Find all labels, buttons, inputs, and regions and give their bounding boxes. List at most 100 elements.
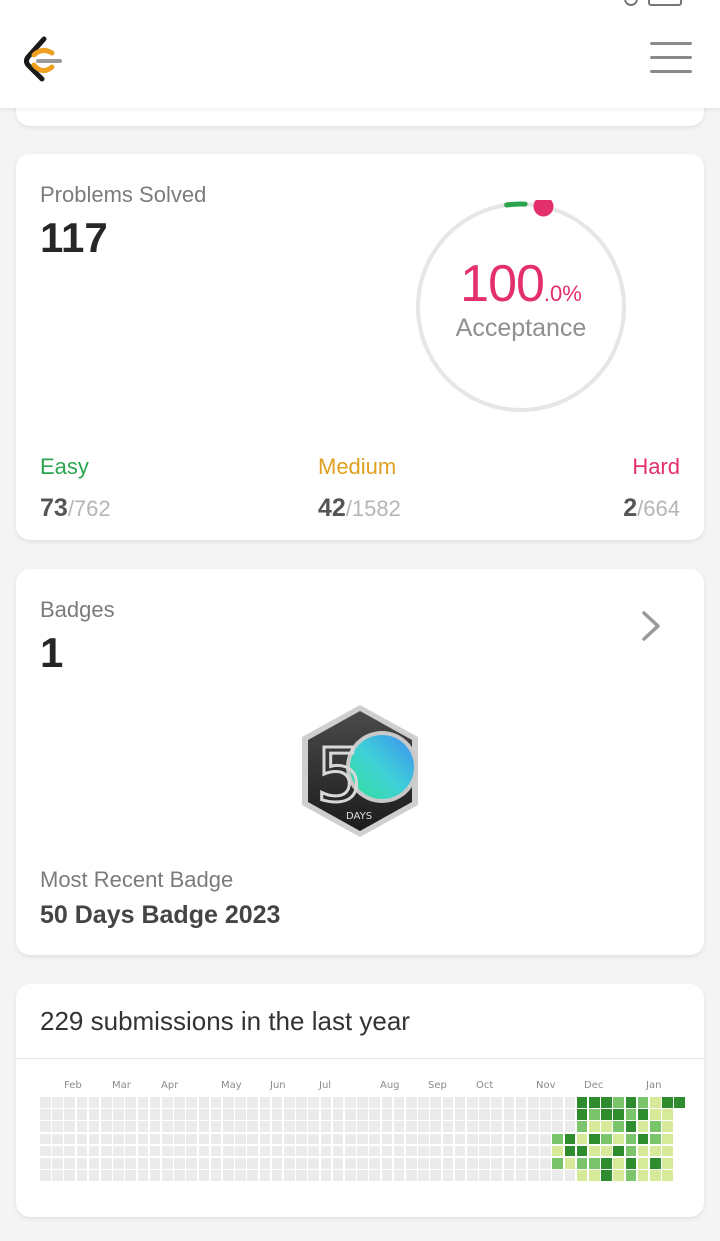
badges-card[interactable]: Badges 1 5 DAYS Most Recent Badge 50 Day… [16, 569, 704, 955]
heatmap-cell [76, 1170, 88, 1181]
heatmap-cell [308, 1158, 319, 1169]
heatmap-cell [40, 1109, 51, 1120]
hamburger-menu-icon[interactable] [650, 42, 692, 76]
heatmap-cell [442, 1109, 454, 1120]
heatmap-cell [137, 1170, 149, 1181]
heatmap-cell [235, 1158, 246, 1169]
heatmap-cell [637, 1145, 649, 1157]
heatmap-cell [650, 1170, 661, 1181]
heatmap-cell [247, 1121, 258, 1132]
heatmap-cell [101, 1109, 112, 1120]
heatmap-cell [430, 1170, 441, 1181]
heatmap-cell [149, 1097, 161, 1108]
heatmap-cell [467, 1145, 478, 1157]
heatmap-cell [308, 1121, 319, 1132]
heatmap-cell [64, 1109, 75, 1120]
heatmap-cell [64, 1097, 75, 1108]
heatmap-cell [540, 1121, 551, 1132]
heatmap-cell [259, 1158, 271, 1169]
heatmap-cell [284, 1121, 295, 1132]
heatmap-cell [284, 1145, 295, 1157]
month-label: Apr [161, 1080, 179, 1091]
heatmap-cell [381, 1145, 393, 1157]
heatmap-cell [406, 1170, 417, 1181]
heatmap-cell [393, 1170, 405, 1181]
heatmap-cell [637, 1158, 649, 1169]
heatmap-cell [491, 1158, 502, 1169]
easy-stat: Easy 73/762 [40, 454, 111, 523]
heatmap-cell [418, 1133, 429, 1145]
heatmap-cell [125, 1133, 136, 1145]
heatmap-cell [357, 1158, 368, 1169]
heatmap-cell [149, 1133, 161, 1145]
heatmap-cell [223, 1109, 234, 1120]
heatmap-cell [64, 1170, 75, 1181]
heatmap-cell [40, 1097, 51, 1108]
heatmap-cell [40, 1158, 51, 1169]
heatmap-cell [515, 1109, 527, 1120]
heatmap-cell [259, 1170, 271, 1181]
heatmap-cell [576, 1121, 588, 1132]
heatmap-cell [174, 1145, 185, 1157]
medium-solved: 42 [318, 494, 346, 522]
heatmap-cell [625, 1109, 637, 1120]
heatmap-cell [137, 1109, 149, 1120]
heatmap-cell [210, 1145, 222, 1157]
heatmap-cell [589, 1170, 600, 1181]
heatmap-cell [479, 1133, 490, 1145]
month-label: May [221, 1080, 242, 1091]
heatmap-cell [174, 1158, 185, 1169]
heatmap-cell [259, 1145, 271, 1157]
heatmap-cell [125, 1121, 136, 1132]
month-label: Oct [476, 1080, 494, 1091]
acceptance-marker [533, 200, 554, 217]
most-recent-badge-name: 50 Days Badge 2023 [40, 901, 281, 929]
heatmap-cell [662, 1097, 673, 1108]
month-label: Dec [584, 1080, 604, 1091]
heatmap-cell [650, 1121, 661, 1132]
heatmap-cell [601, 1170, 612, 1181]
heatmap-cell [540, 1109, 551, 1120]
heatmap-cell [88, 1158, 100, 1169]
heatmap-cell [345, 1121, 356, 1132]
heatmap-cell [284, 1170, 295, 1181]
heatmap-cell [101, 1145, 112, 1157]
heatmap-cell [345, 1170, 356, 1181]
heatmap-cell [430, 1133, 441, 1145]
50-days-badge-icon[interactable]: 5 DAYS [296, 701, 424, 841]
heatmap-cell [174, 1170, 185, 1181]
leetcode-logo-icon[interactable] [22, 35, 64, 83]
heatmap-cell [369, 1170, 380, 1181]
heatmap-cell [162, 1145, 173, 1157]
heatmap-cell [601, 1145, 612, 1157]
heatmap-cell [223, 1158, 234, 1169]
heatmap-cell [162, 1158, 173, 1169]
heatmap-cell [637, 1097, 649, 1108]
heatmap-cell [137, 1133, 149, 1145]
heatmap-cell [345, 1109, 356, 1120]
heatmap-cell [442, 1145, 454, 1157]
heatmap-cell [381, 1109, 393, 1120]
heatmap-cell [162, 1109, 173, 1120]
heatmap-cell [52, 1109, 63, 1120]
status-bar [0, 0, 720, 10]
heatmap-cell [198, 1121, 210, 1132]
heatmap-cell [223, 1097, 234, 1108]
heatmap-cell [332, 1109, 344, 1120]
heatmap-cell [613, 1109, 624, 1120]
heatmap-cell [162, 1170, 173, 1181]
heatmap-cell [271, 1170, 283, 1181]
heatmap-cell [247, 1170, 258, 1181]
month-label: Jan [646, 1080, 662, 1091]
heatmap-cell [637, 1109, 649, 1120]
heatmap-cell [576, 1158, 588, 1169]
submissions-title: 229 submissions in the last year [40, 1006, 410, 1036]
heatmap-cell [650, 1133, 661, 1145]
heatmap-cell [162, 1121, 173, 1132]
heatmap-cell [345, 1158, 356, 1169]
heatmap-cell [149, 1158, 161, 1169]
heatmap-cell [381, 1158, 393, 1169]
heatmap-cell [479, 1158, 490, 1169]
chevron-right-icon[interactable] [638, 609, 664, 643]
heatmap-cell [406, 1109, 417, 1120]
